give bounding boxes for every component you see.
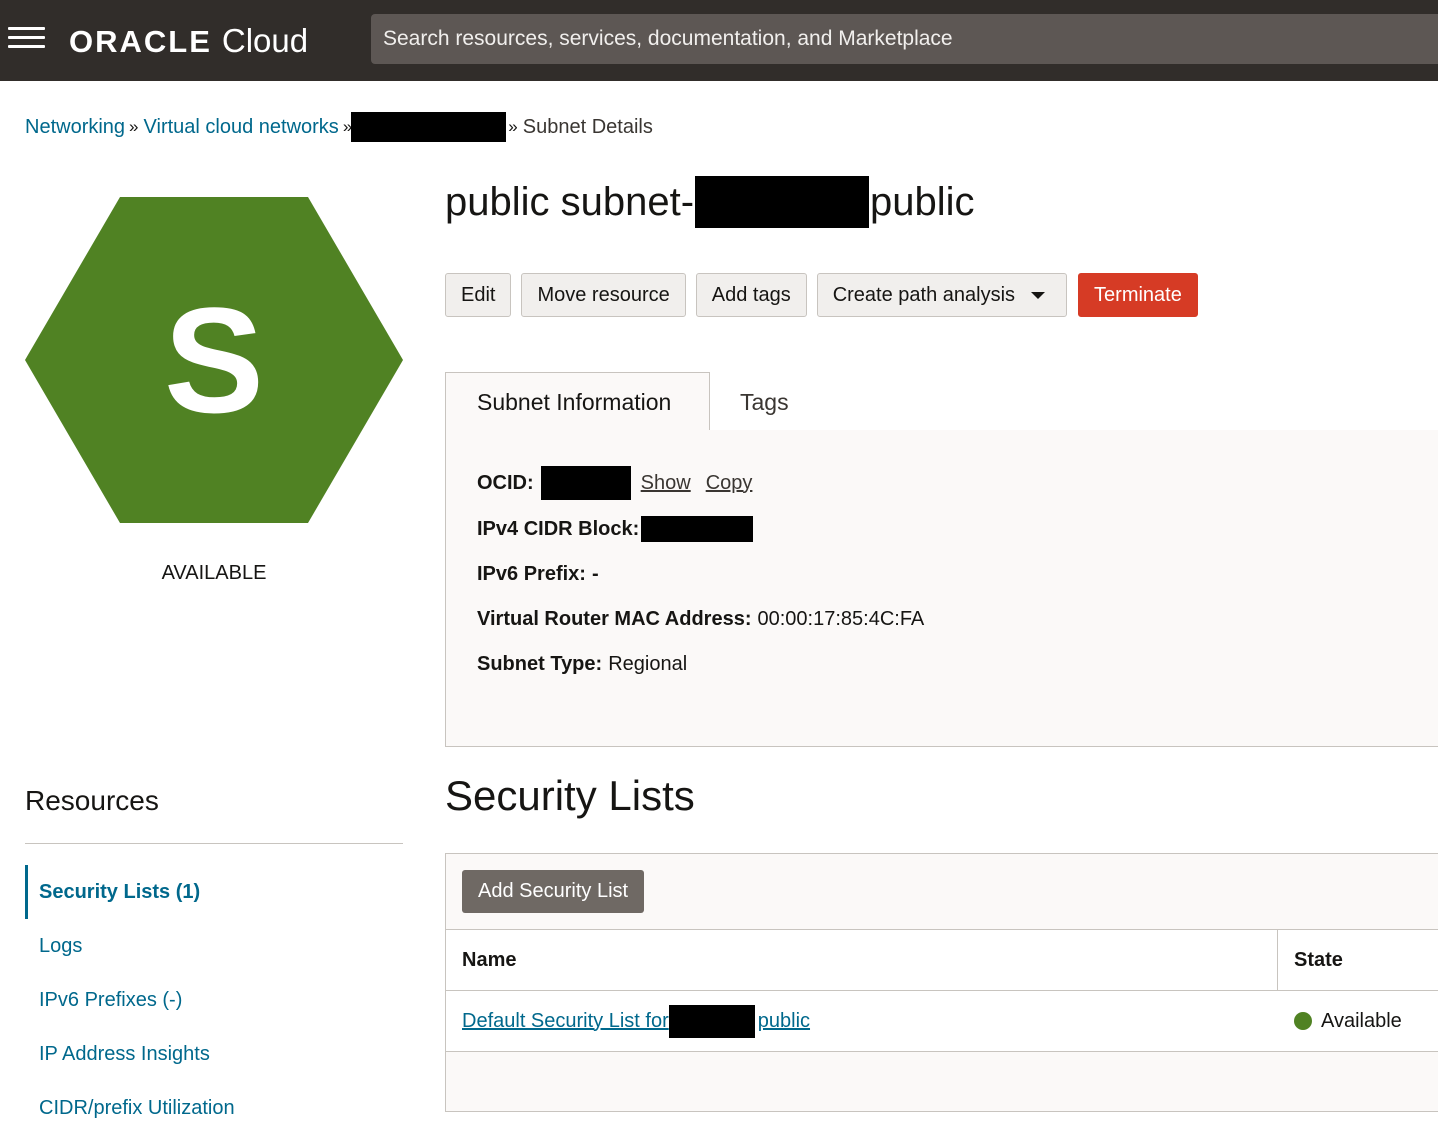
breadcrumb-separator: » xyxy=(508,117,518,136)
breadcrumb-vcn-redacted[interactable] xyxy=(351,112,507,142)
hexagon-letter: S xyxy=(163,275,265,444)
search-input[interactable] xyxy=(371,14,1438,64)
detail-tabs: Subnet Information Tags xyxy=(445,372,1438,432)
resources-divider xyxy=(25,843,403,844)
security-lists-heading: Security Lists xyxy=(445,772,695,819)
move-resource-button[interactable]: Move resource xyxy=(521,273,686,317)
ipv4-label: IPv4 CIDR Block: xyxy=(477,517,640,540)
security-list-name-prefix: Default Security List for xyxy=(462,1009,669,1032)
subnet-type-value: Regional xyxy=(608,652,688,675)
ocid-label: OCID: xyxy=(477,471,534,494)
resource-item-ipv6-prefixes[interactable]: IPv6 Prefixes (-) xyxy=(25,973,403,1027)
create-path-analysis-button[interactable]: Create path analysis xyxy=(816,273,1068,317)
breadcrumb-separator: » xyxy=(129,117,139,136)
status-dot-icon xyxy=(1294,1012,1312,1030)
add-tags-button[interactable]: Add tags xyxy=(695,273,807,317)
logo-brand: ORACLE xyxy=(69,24,212,59)
security-list-state-cell: Available xyxy=(1278,991,1402,1051)
subnet-hexagon-icon: S xyxy=(25,197,403,523)
subnet-type-row: Subnet Type: Regional xyxy=(477,651,687,677)
menu-icon[interactable] xyxy=(8,27,46,53)
ocid-redacted xyxy=(540,466,631,500)
title-prefix: public subnet- xyxy=(445,179,695,224)
page-title: public subnet- public xyxy=(445,176,975,228)
ipv4-redacted xyxy=(641,516,754,542)
breadcrumb-networking[interactable]: Networking xyxy=(25,116,125,139)
resource-item-ip-address-insights[interactable]: IP Address Insights xyxy=(25,1027,403,1081)
breadcrumb-current: Subnet Details xyxy=(522,115,653,138)
tab-subnet-information[interactable]: Subnet Information xyxy=(445,372,710,432)
security-list-name-cell: Default Security List for public xyxy=(446,991,810,1051)
security-list-name-suffix: public xyxy=(757,1009,811,1032)
ipv6-row: IPv6 Prefix: - xyxy=(477,561,599,587)
resource-item-logs[interactable]: Logs xyxy=(25,919,403,973)
subnet-type-label: Subnet Type: xyxy=(477,652,603,675)
tab-tags[interactable]: Tags xyxy=(740,372,789,432)
table-header: Name State xyxy=(446,929,1438,991)
breadcrumb: Networking » Virtual cloud networks » » … xyxy=(25,112,653,142)
logo-product: Cloud xyxy=(221,22,309,59)
edit-button[interactable]: Edit xyxy=(445,273,512,317)
ipv6-label: IPv6 Prefix: xyxy=(477,562,586,585)
title-redacted xyxy=(695,176,870,228)
title-suffix: public xyxy=(870,179,975,224)
security-list-state: Available xyxy=(1321,1009,1402,1032)
lifecycle-state: AVAILABLE xyxy=(161,562,267,584)
chevron-down-icon xyxy=(1031,291,1046,299)
resource-item-security-lists[interactable]: Security Lists (1) xyxy=(25,865,403,919)
oracle-cloud-logo[interactable]: ORACLE Cloud xyxy=(69,22,308,62)
search-box xyxy=(371,14,1438,64)
mac-value: 00:00:17:85:4C:FA xyxy=(757,607,925,630)
breadcrumb-virtual-cloud-networks[interactable]: Virtual cloud networks xyxy=(144,116,339,139)
ipv4-row: IPv4 CIDR Block: xyxy=(477,516,754,542)
security-list-link[interactable]: Default Security List for public xyxy=(462,1004,811,1038)
action-buttons: Edit Move resource Add tags Create path … xyxy=(445,273,1198,317)
resources-heading: Resources xyxy=(25,785,159,816)
ocid-row: OCID: Show Copy xyxy=(477,466,752,500)
column-header-name[interactable]: Name xyxy=(446,930,1278,990)
ocid-copy-link[interactable]: Copy xyxy=(706,472,753,495)
ipv6-value: - xyxy=(591,562,599,585)
create-path-analysis-label: Create path analysis xyxy=(832,283,1016,306)
resources-list: Security Lists (1) Logs IPv6 Prefixes (-… xyxy=(25,865,403,1135)
subnet-information-panel: OCID: Show Copy IPv4 CIDR Block: IPv6 Pr… xyxy=(445,430,1438,747)
security-list-name-redacted xyxy=(668,1004,755,1038)
top-bar: ORACLE Cloud xyxy=(0,0,1438,81)
ocid-show-link[interactable]: Show xyxy=(641,472,691,495)
column-header-state[interactable]: State xyxy=(1278,930,1343,990)
resource-item-cidr-utilization[interactable]: CIDR/prefix Utilization xyxy=(25,1081,403,1135)
mac-label: Virtual Router MAC Address: xyxy=(477,607,752,630)
mac-row: Virtual Router MAC Address: 00:00:17:85:… xyxy=(477,606,924,632)
add-security-list-button[interactable]: Add Security List xyxy=(462,870,645,913)
table-row: Default Security List for public Availab… xyxy=(446,991,1438,1052)
terminate-button[interactable]: Terminate xyxy=(1078,273,1198,317)
security-lists-panel: Add Security List Name State Default Sec… xyxy=(445,853,1438,1112)
